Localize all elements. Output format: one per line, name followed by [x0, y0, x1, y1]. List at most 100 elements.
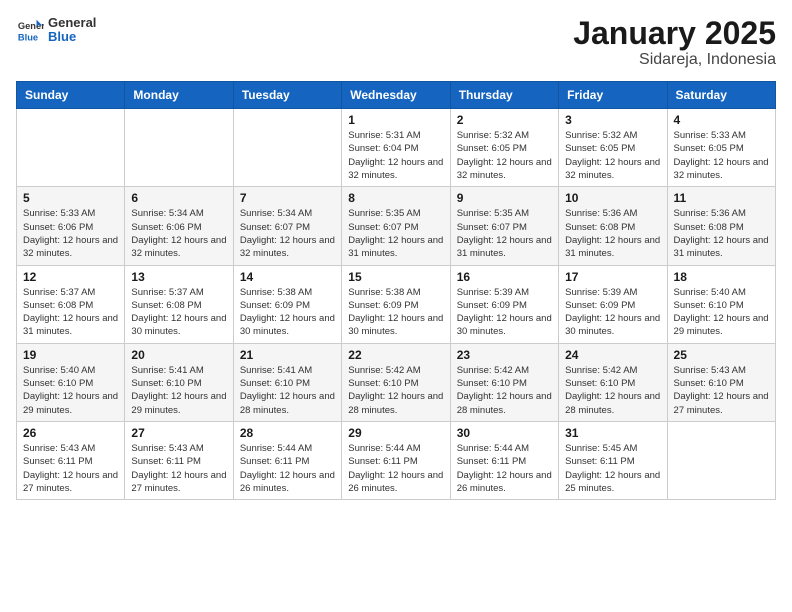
day-number: 3 — [565, 113, 660, 127]
calendar-cell: 13 Sunrise: 5:37 AMSunset: 6:08 PMDaylig… — [125, 265, 233, 343]
logo-general: General — [48, 16, 96, 30]
day-number: 20 — [131, 348, 226, 362]
day-detail: Sunrise: 5:40 AMSunset: 6:10 PMDaylight:… — [674, 287, 769, 338]
calendar-cell: 26 Sunrise: 5:43 AMSunset: 6:11 PMDaylig… — [17, 421, 125, 499]
calendar-cell: 17 Sunrise: 5:39 AMSunset: 6:09 PMDaylig… — [559, 265, 667, 343]
page-header: General Blue General Blue January 2025 S… — [16, 16, 776, 69]
day-detail: Sunrise: 5:43 AMSunset: 6:10 PMDaylight:… — [674, 365, 769, 416]
calendar-cell: 16 Sunrise: 5:39 AMSunset: 6:09 PMDaylig… — [450, 265, 558, 343]
logo-blue: Blue — [48, 30, 96, 44]
day-detail: Sunrise: 5:31 AMSunset: 6:04 PMDaylight:… — [348, 130, 443, 181]
day-detail: Sunrise: 5:38 AMSunset: 6:09 PMDaylight:… — [240, 287, 335, 338]
calendar-cell: 14 Sunrise: 5:38 AMSunset: 6:09 PMDaylig… — [233, 265, 341, 343]
calendar-cell: 15 Sunrise: 5:38 AMSunset: 6:09 PMDaylig… — [342, 265, 450, 343]
day-number: 7 — [240, 191, 335, 205]
calendar-cell: 21 Sunrise: 5:41 AMSunset: 6:10 PMDaylig… — [233, 343, 341, 421]
day-detail: Sunrise: 5:41 AMSunset: 6:10 PMDaylight:… — [240, 365, 335, 416]
calendar-cell — [667, 421, 775, 499]
day-number: 23 — [457, 348, 552, 362]
calendar-cell: 29 Sunrise: 5:44 AMSunset: 6:11 PMDaylig… — [342, 421, 450, 499]
calendar-week-row: 12 Sunrise: 5:37 AMSunset: 6:08 PMDaylig… — [17, 265, 776, 343]
header-saturday: Saturday — [667, 82, 775, 109]
day-number: 27 — [131, 426, 226, 440]
calendar-cell: 19 Sunrise: 5:40 AMSunset: 6:10 PMDaylig… — [17, 343, 125, 421]
calendar-cell: 10 Sunrise: 5:36 AMSunset: 6:08 PMDaylig… — [559, 187, 667, 265]
header-friday: Friday — [559, 82, 667, 109]
calendar-subtitle: Sidareja, Indonesia — [573, 51, 776, 69]
calendar-cell: 20 Sunrise: 5:41 AMSunset: 6:10 PMDaylig… — [125, 343, 233, 421]
day-number: 4 — [674, 113, 769, 127]
day-number: 13 — [131, 270, 226, 284]
calendar-cell: 9 Sunrise: 5:35 AMSunset: 6:07 PMDayligh… — [450, 187, 558, 265]
day-detail: Sunrise: 5:34 AMSunset: 6:06 PMDaylight:… — [131, 208, 226, 259]
calendar-cell: 24 Sunrise: 5:42 AMSunset: 6:10 PMDaylig… — [559, 343, 667, 421]
calendar-cell — [17, 109, 125, 187]
calendar-table: SundayMondayTuesdayWednesdayThursdayFrid… — [16, 81, 776, 500]
calendar-cell — [125, 109, 233, 187]
day-number: 21 — [240, 348, 335, 362]
day-number: 31 — [565, 426, 660, 440]
calendar-cell: 30 Sunrise: 5:44 AMSunset: 6:11 PMDaylig… — [450, 421, 558, 499]
day-number: 12 — [23, 270, 118, 284]
day-number: 1 — [348, 113, 443, 127]
day-number: 17 — [565, 270, 660, 284]
day-detail: Sunrise: 5:37 AMSunset: 6:08 PMDaylight:… — [131, 287, 226, 338]
day-number: 6 — [131, 191, 226, 205]
calendar-cell: 6 Sunrise: 5:34 AMSunset: 6:06 PMDayligh… — [125, 187, 233, 265]
calendar-cell: 2 Sunrise: 5:32 AMSunset: 6:05 PMDayligh… — [450, 109, 558, 187]
calendar-week-row: 1 Sunrise: 5:31 AMSunset: 6:04 PMDayligh… — [17, 109, 776, 187]
day-number: 26 — [23, 426, 118, 440]
day-detail: Sunrise: 5:39 AMSunset: 6:09 PMDaylight:… — [565, 287, 660, 338]
logo: General Blue General Blue — [16, 16, 96, 45]
calendar-cell: 4 Sunrise: 5:33 AMSunset: 6:05 PMDayligh… — [667, 109, 775, 187]
day-detail: Sunrise: 5:44 AMSunset: 6:11 PMDaylight:… — [348, 443, 443, 494]
svg-text:Blue: Blue — [18, 33, 38, 43]
day-detail: Sunrise: 5:38 AMSunset: 6:09 PMDaylight:… — [348, 287, 443, 338]
day-detail: Sunrise: 5:35 AMSunset: 6:07 PMDaylight:… — [457, 208, 552, 259]
calendar-cell: 23 Sunrise: 5:42 AMSunset: 6:10 PMDaylig… — [450, 343, 558, 421]
calendar-cell: 7 Sunrise: 5:34 AMSunset: 6:07 PMDayligh… — [233, 187, 341, 265]
day-number: 19 — [23, 348, 118, 362]
day-number: 14 — [240, 270, 335, 284]
day-number: 2 — [457, 113, 552, 127]
calendar-cell: 3 Sunrise: 5:32 AMSunset: 6:05 PMDayligh… — [559, 109, 667, 187]
calendar-cell: 22 Sunrise: 5:42 AMSunset: 6:10 PMDaylig… — [342, 343, 450, 421]
calendar-week-row: 5 Sunrise: 5:33 AMSunset: 6:06 PMDayligh… — [17, 187, 776, 265]
calendar-cell: 12 Sunrise: 5:37 AMSunset: 6:08 PMDaylig… — [17, 265, 125, 343]
day-detail: Sunrise: 5:36 AMSunset: 6:08 PMDaylight:… — [565, 208, 660, 259]
day-number: 5 — [23, 191, 118, 205]
day-detail: Sunrise: 5:36 AMSunset: 6:08 PMDaylight:… — [674, 208, 769, 259]
header-tuesday: Tuesday — [233, 82, 341, 109]
header-monday: Monday — [125, 82, 233, 109]
day-detail: Sunrise: 5:32 AMSunset: 6:05 PMDaylight:… — [565, 130, 660, 181]
svg-text:General: General — [18, 21, 44, 31]
calendar-cell: 28 Sunrise: 5:44 AMSunset: 6:11 PMDaylig… — [233, 421, 341, 499]
logo-icon: General Blue — [16, 16, 44, 44]
day-number: 11 — [674, 191, 769, 205]
day-detail: Sunrise: 5:44 AMSunset: 6:11 PMDaylight:… — [240, 443, 335, 494]
day-number: 25 — [674, 348, 769, 362]
calendar-header-row: SundayMondayTuesdayWednesdayThursdayFrid… — [17, 82, 776, 109]
day-detail: Sunrise: 5:41 AMSunset: 6:10 PMDaylight:… — [131, 365, 226, 416]
day-detail: Sunrise: 5:37 AMSunset: 6:08 PMDaylight:… — [23, 287, 118, 338]
header-sunday: Sunday — [17, 82, 125, 109]
day-number: 28 — [240, 426, 335, 440]
day-number: 8 — [348, 191, 443, 205]
day-detail: Sunrise: 5:33 AMSunset: 6:06 PMDaylight:… — [23, 208, 118, 259]
day-number: 30 — [457, 426, 552, 440]
day-detail: Sunrise: 5:43 AMSunset: 6:11 PMDaylight:… — [131, 443, 226, 494]
day-detail: Sunrise: 5:42 AMSunset: 6:10 PMDaylight:… — [457, 365, 552, 416]
calendar-week-row: 26 Sunrise: 5:43 AMSunset: 6:11 PMDaylig… — [17, 421, 776, 499]
calendar-cell: 11 Sunrise: 5:36 AMSunset: 6:08 PMDaylig… — [667, 187, 775, 265]
day-number: 9 — [457, 191, 552, 205]
day-detail: Sunrise: 5:35 AMSunset: 6:07 PMDaylight:… — [348, 208, 443, 259]
day-detail: Sunrise: 5:42 AMSunset: 6:10 PMDaylight:… — [348, 365, 443, 416]
calendar-week-row: 19 Sunrise: 5:40 AMSunset: 6:10 PMDaylig… — [17, 343, 776, 421]
day-number: 24 — [565, 348, 660, 362]
day-detail: Sunrise: 5:45 AMSunset: 6:11 PMDaylight:… — [565, 443, 660, 494]
header-thursday: Thursday — [450, 82, 558, 109]
day-number: 10 — [565, 191, 660, 205]
day-number: 16 — [457, 270, 552, 284]
calendar-cell: 27 Sunrise: 5:43 AMSunset: 6:11 PMDaylig… — [125, 421, 233, 499]
day-number: 15 — [348, 270, 443, 284]
